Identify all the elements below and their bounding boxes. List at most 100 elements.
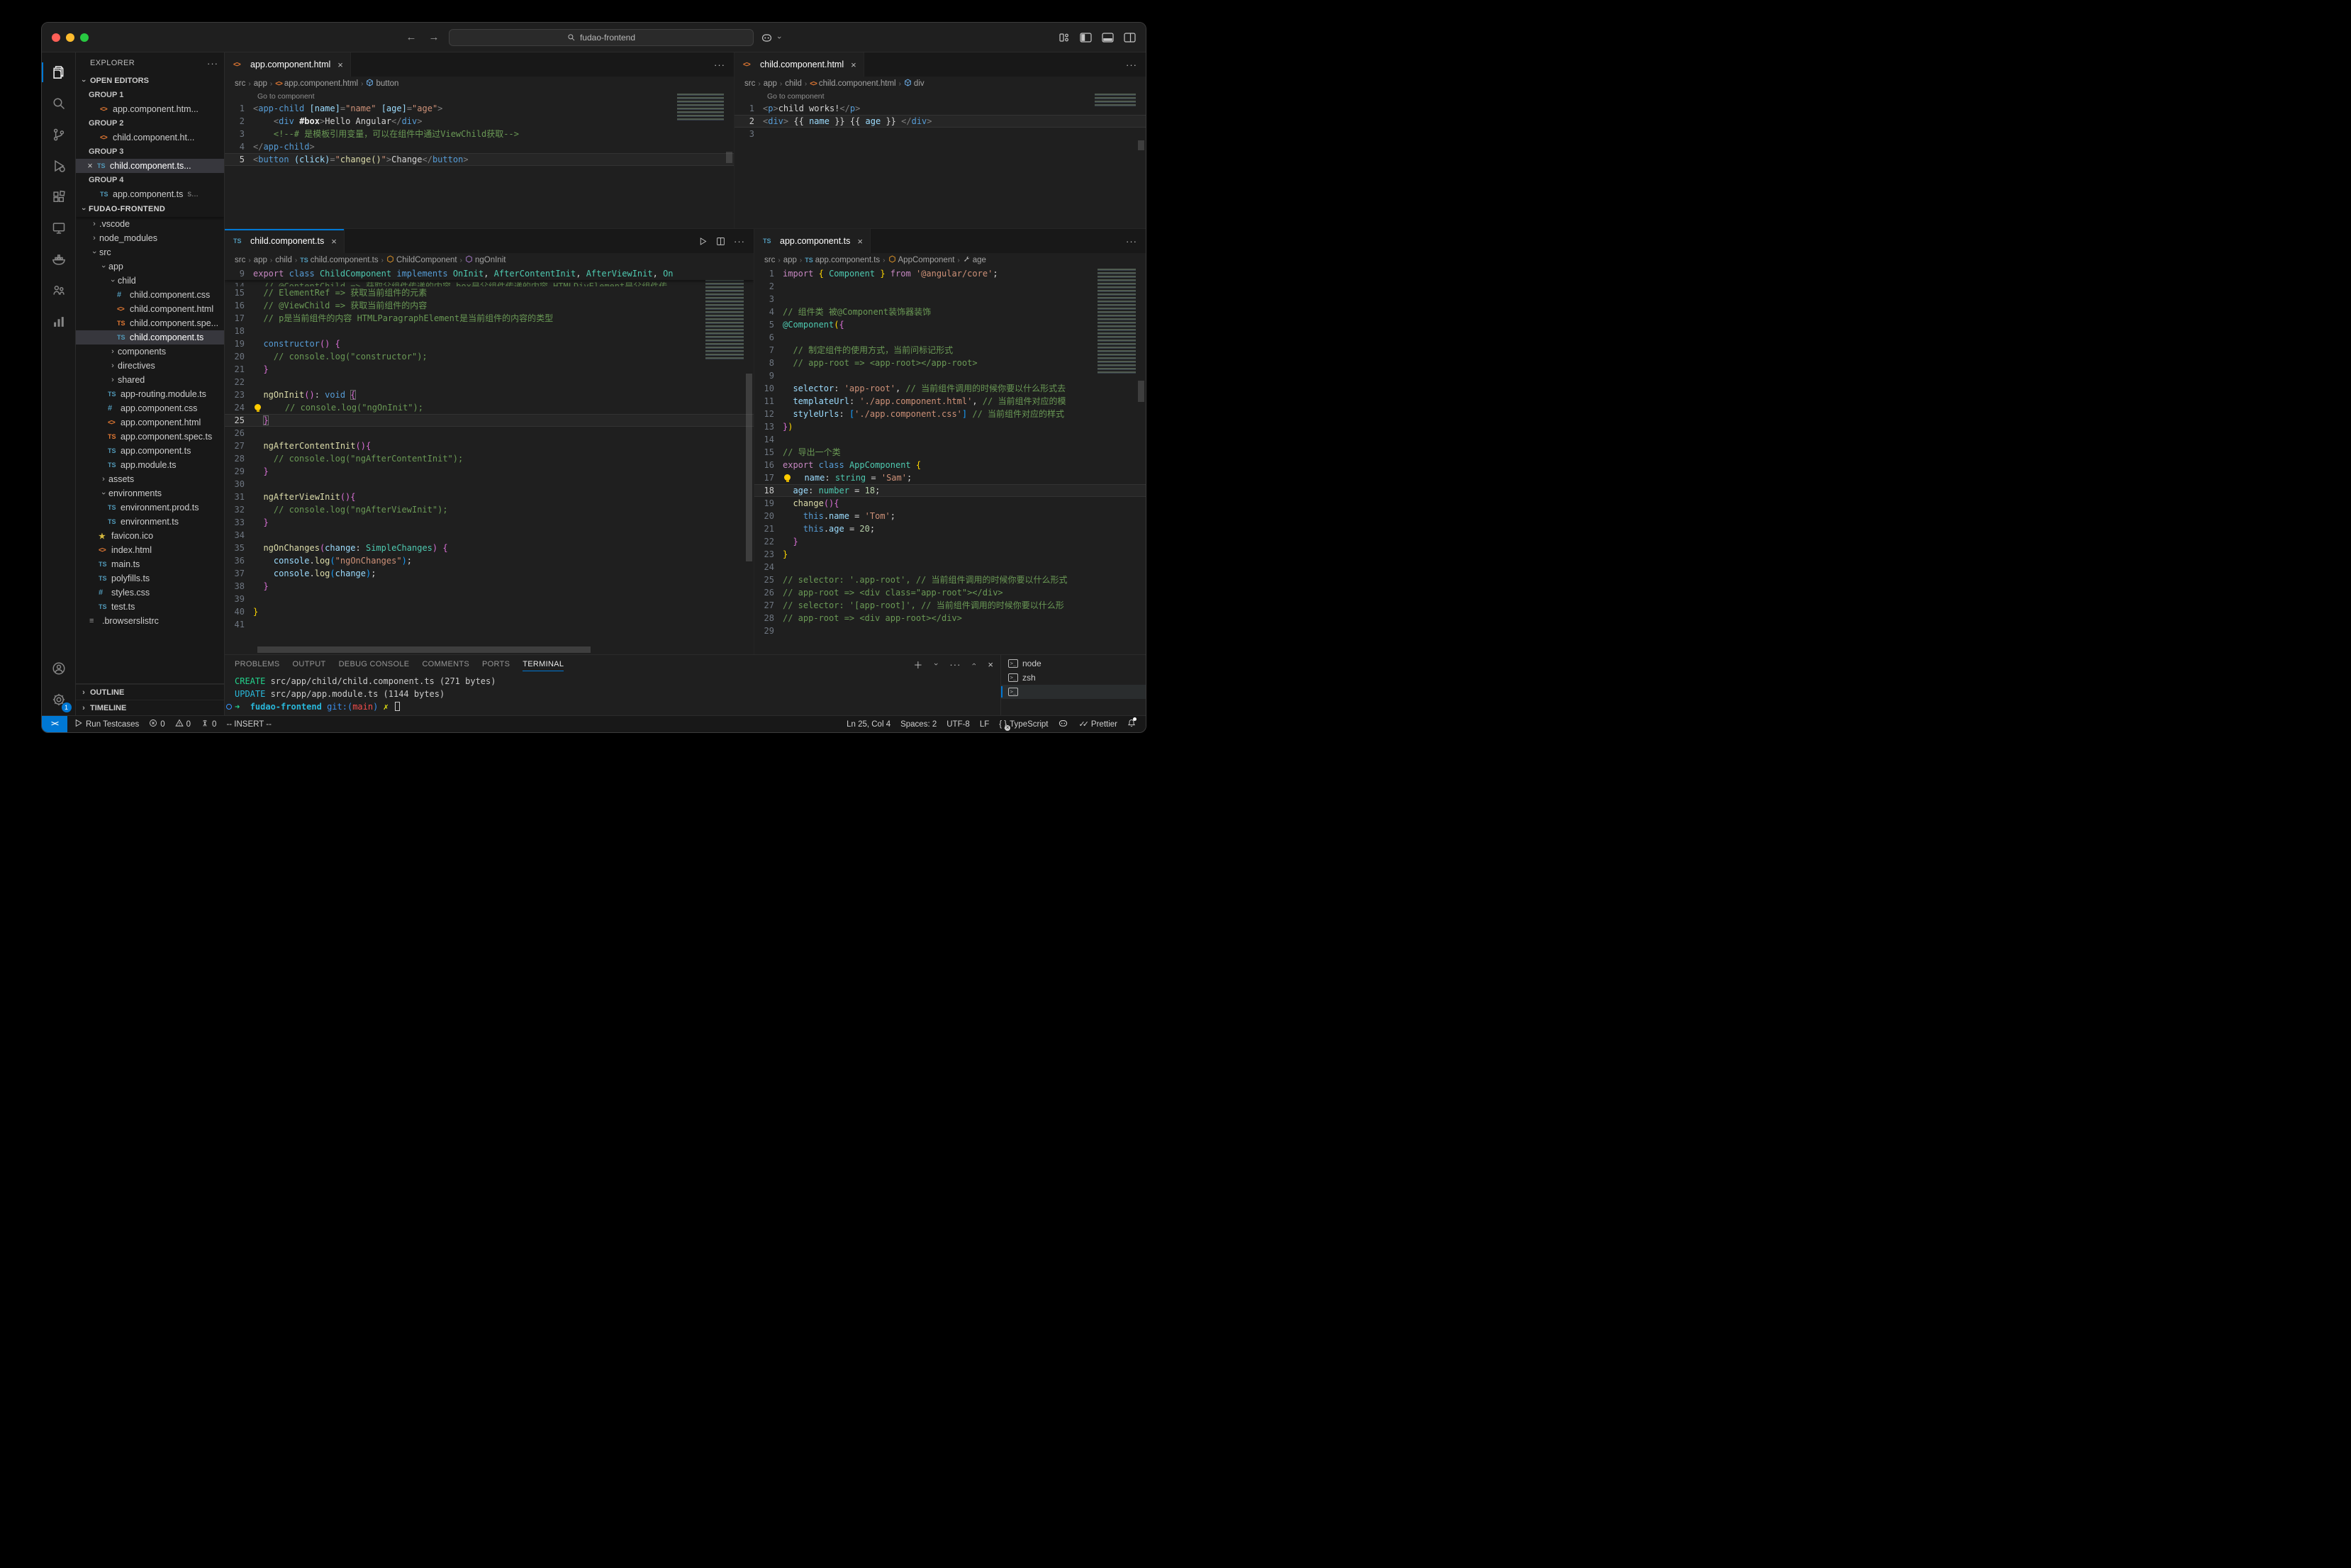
tree-file-favicon.ico[interactable]: ★ favicon.ico [76,529,224,543]
code-line-6[interactable]: 6 [754,331,1146,344]
tree-file-.browserslistrc[interactable]: ≡ .browserslistrc [76,614,224,628]
activity-accounts[interactable] [42,653,76,684]
tree-file-app.component.ts[interactable]: TS app.component.ts [76,444,224,458]
panel-tab-problems[interactable]: PROBLEMS [235,655,280,673]
tree-folder-.vscode[interactable]: › .vscode [76,217,224,231]
maximize-panel-icon[interactable]: › [970,659,978,669]
panel-tab-output[interactable]: OUTPUT [293,655,326,673]
tree-file-app-routing.module.ts[interactable]: TS app-routing.module.ts [76,387,224,401]
breadcrumb-segment[interactable]: src [235,256,245,264]
code-line-1[interactable]: 1 <p>child works!</p> [735,102,1146,115]
code-line-13[interactable]: 13}) [754,420,1146,433]
minimap[interactable] [1098,269,1136,375]
editor-app-component-ts[interactable]: 1 import { Component } from '@angular/cor… [754,267,1146,654]
nav-forward-icon[interactable]: → [426,31,442,43]
status-run-testcases[interactable]: Run Testcases [74,719,139,729]
code-line-29[interactable]: 29 [754,625,1146,637]
breadcrumb-segment[interactable]: app [783,256,797,264]
code-line-35[interactable]: 35 ngOnChanges(change: SimpleChanges) { [225,542,754,554]
code-line-3[interactable]: 3 <!--# 是模板引用变量，可以在组件中通过ViewChild获取--> [225,128,734,140]
activity-search[interactable] [42,88,76,119]
minimap[interactable] [705,269,744,359]
code-line-32[interactable]: 32 // console.log("ngAfterViewInit"); [225,503,754,516]
breadcrumb-segment[interactable]: child [785,79,802,88]
code-line-12[interactable]: 12 styleUrls: ['./app.component.css'] //… [754,408,1146,420]
breadcrumb-segment[interactable]: div [904,79,925,89]
terminal-list-item-zsh[interactable]: >_ zsh [1001,671,1146,685]
status-0[interactable]: 0 [174,719,191,729]
code-line-19[interactable]: 19 change(){ [754,497,1146,510]
code-line-21[interactable]: 21 } [225,363,754,376]
toggle-secondary-sidebar-icon[interactable] [1124,32,1136,43]
breadcrumb[interactable]: src › app › <> app.component.html › button [225,77,734,91]
tab-app-component-ts[interactable]: TS app.component.ts × [754,229,871,253]
code-line-37[interactable]: 37 console.log(change); [225,567,754,580]
scrollbar-thumb[interactable] [746,374,752,561]
tree-folder-src[interactable]: › src [76,245,224,259]
status-0[interactable]: 0 [201,719,216,729]
breadcrumb-segment[interactable]: src [744,79,755,88]
code-line-24[interactable]: 24 // console.log("ngOnInit"); [225,401,754,414]
code-line-10[interactable]: 10 selector: 'app-root', // 当前组件调用的时候你要以… [754,382,1146,395]
more-actions-icon[interactable]: ··· [1126,60,1137,70]
breadcrumb-segment[interactable]: app [764,79,777,88]
minimap[interactable] [677,94,724,122]
tree-file-child.component.css[interactable]: # child.component.css [76,288,224,302]
code-line-3[interactable]: 3 [735,128,1146,140]
code-line-7[interactable]: 7 // 制定组件的使用方式，当前问标记形式 [754,344,1146,357]
tree-file-app.component.html[interactable]: <> app.component.html [76,415,224,430]
status-encoding[interactable]: UTF-8 [946,720,970,729]
code-line-27[interactable]: 27 // selector: '[app-root]', // 当前组件调用的时… [754,599,1146,612]
activity-extensions[interactable] [42,181,76,213]
code-line-30[interactable]: 30 [225,478,754,491]
breadcrumb-segment[interactable]: TS app.component.ts [805,256,880,264]
code-line-14[interactable]: 14 [754,433,1146,446]
breadcrumb-segment[interactable]: ngOnInit [465,255,506,265]
tree-file-environment.ts[interactable]: TS environment.ts [76,515,224,529]
tree-file-child.component.ts[interactable]: TS child.component.ts [76,330,224,345]
command-center-search[interactable]: fudao-frontend [449,28,754,46]
code-line-23[interactable]: 23 ngOnInit(): void { [225,388,754,401]
code-line-9[interactable]: 9 [754,369,1146,382]
editor-child-component-ts[interactable]: 9 export class ChildComponent implements … [225,267,754,654]
breadcrumb-segment[interactable]: ChildComponent [386,255,457,265]
maximize-window-button[interactable] [80,33,89,42]
code-line-28[interactable]: 28 // app-root => <div app-root></div> [754,612,1146,625]
panel-tab-ports[interactable]: PORTS [482,655,510,673]
open-editor-item[interactable]: TS app.component.ts s... [76,187,224,201]
code-line-1[interactable]: 1 import { Component } from '@angular/cor… [754,267,1146,280]
tree-file-child.component.html[interactable]: <> child.component.html [76,302,224,316]
code-line-2[interactable]: 2 [754,280,1146,293]
tab-app-component-html[interactable]: <> app.component.html × [225,52,351,77]
copilot-menu[interactable]: › [761,33,784,43]
code-line-21[interactable]: 21 this.age = 20; [754,522,1146,535]
breadcrumb-segment[interactable]: AppComponent [888,255,954,265]
status-notifications[interactable] [1127,717,1137,729]
tree-file-app.component.css[interactable]: # app.component.css [76,401,224,415]
open-editor-item[interactable]: <> child.component.ht... [76,130,224,145]
more-actions-icon[interactable]: ··· [734,236,745,247]
horizontal-scrollbar-thumb[interactable] [257,646,591,653]
code-line-38[interactable]: 38 } [225,580,754,593]
activity-testing-chart[interactable] [42,306,76,337]
breadcrumb[interactable]: src › app › child › TS child.component.ts › Child… [225,253,754,267]
code-line-9[interactable]: 9 export class ChildComponent implements … [225,267,754,280]
code-line-2[interactable]: 2 <div> {{ name }} {{ age }} </div> [735,115,1146,128]
terminal-list-item[interactable]: >_ [1001,685,1146,699]
tree-file-polyfills.ts[interactable]: TS polyfills.ts [76,571,224,586]
code-line-19[interactable]: 19 constructor() { [225,337,754,350]
open-editors-header[interactable]: › OPEN EDITORS [76,74,224,88]
panel-tab-terminal[interactable]: TERMINAL [523,655,564,673]
activity-source-control[interactable] [42,119,76,150]
breadcrumb-segment[interactable]: age [963,255,986,265]
close-icon[interactable]: × [84,161,96,171]
code-line-39[interactable]: 39 [225,593,754,605]
code-line-29[interactable]: 29 } [225,465,754,478]
panel-tab-debug-console[interactable]: DEBUG CONSOLE [339,655,410,673]
customize-layout-icon[interactable] [1059,33,1070,43]
code-line-31[interactable]: 31 ngAfterViewInit(){ [225,491,754,503]
split-editor-icon[interactable] [716,237,725,246]
close-panel-icon[interactable]: × [988,659,993,670]
more-actions-icon[interactable]: ··· [714,60,725,70]
activity-docker[interactable] [42,244,76,275]
